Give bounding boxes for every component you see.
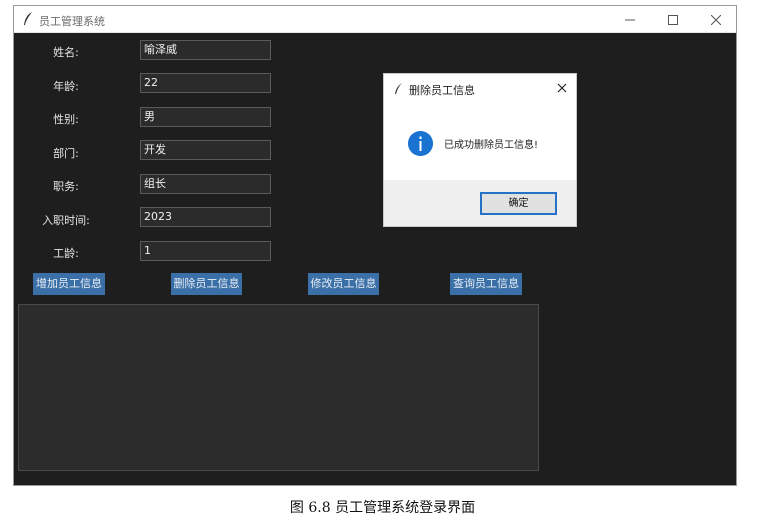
gender-label: 性别:	[53, 113, 79, 126]
department-label: 部门:	[53, 147, 79, 160]
query-employee-button[interactable]: 查询员工信息	[450, 273, 522, 295]
ok-button[interactable]: 确定	[480, 192, 557, 215]
maximize-button[interactable]	[651, 6, 695, 33]
position-field[interactable]: 组长	[140, 174, 271, 194]
name-field[interactable]: 喻泽威	[140, 40, 271, 60]
modify-employee-button[interactable]: 修改员工信息	[308, 273, 379, 295]
hire-date-field[interactable]: 2023	[140, 207, 271, 227]
close-icon	[711, 14, 721, 25]
minimize-button[interactable]	[608, 6, 652, 33]
position-label: 职务:	[53, 180, 79, 193]
window-title: 员工管理系统	[39, 15, 105, 28]
gender-field[interactable]: 男	[140, 107, 271, 127]
delete-employee-button[interactable]: 删除员工信息	[171, 273, 242, 295]
message-dialog: 删除员工信息 已成功删除员工信息! 确定	[383, 73, 577, 227]
close-button[interactable]	[694, 6, 738, 33]
dialog-title: 删除员工信息	[409, 84, 475, 97]
info-icon	[408, 131, 433, 156]
dialog-footer: 确定	[384, 180, 576, 226]
main-window: 员工管理系统 姓名: 年龄: 性别: 部门: 职务: 入职时间: 工龄: 喻泽威…	[13, 5, 737, 486]
age-label: 年龄:	[53, 80, 79, 93]
add-employee-button[interactable]: 增加员工信息	[33, 273, 105, 295]
figure-caption: 图 6.8 员工管理系统登录界面	[289, 500, 476, 516]
minimize-icon	[625, 19, 635, 20]
seniority-field[interactable]: 1	[140, 241, 271, 261]
age-field[interactable]: 22	[140, 73, 271, 93]
maximize-icon	[668, 14, 678, 25]
close-icon[interactable]	[554, 80, 570, 96]
dialog-message: 已成功删除员工信息!	[444, 140, 539, 151]
feather-icon	[24, 12, 32, 25]
output-textbox[interactable]	[18, 304, 539, 471]
name-label: 姓名:	[53, 46, 79, 59]
department-field[interactable]: 开发	[140, 140, 271, 160]
feather-icon	[395, 83, 402, 94]
title-bar: 员工管理系统	[14, 6, 736, 33]
seniority-label: 工龄:	[53, 247, 79, 260]
hire-date-label: 入职时间:	[42, 214, 90, 227]
